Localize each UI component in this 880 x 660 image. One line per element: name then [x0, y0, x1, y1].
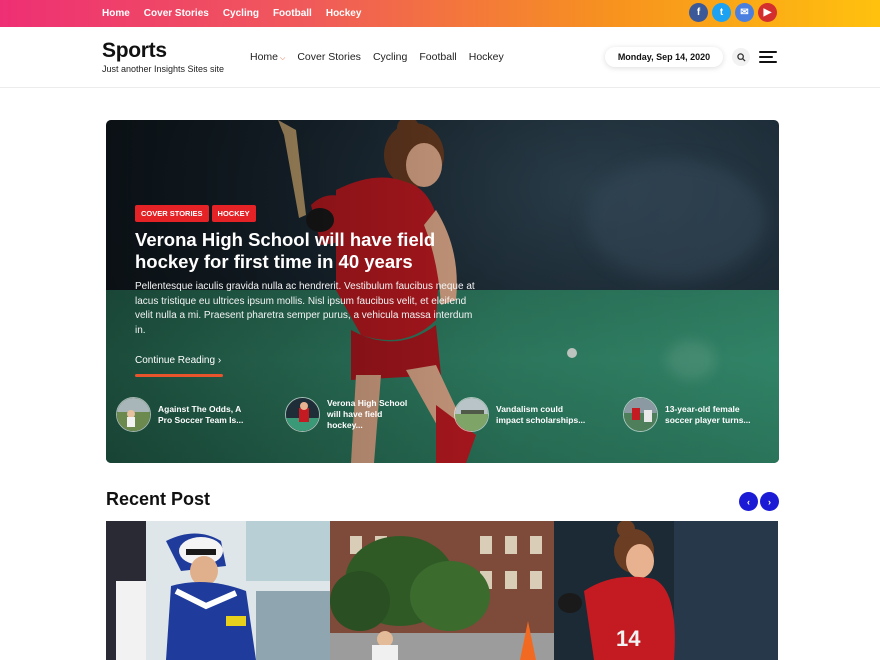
search-icon [736, 52, 746, 62]
hero-excerpt: Pellentesque iaculis gravida nulla ac he… [135, 281, 475, 336]
mini-post[interactable]: Vandalism could impact scholarships... [454, 397, 588, 432]
top-nav: Home Cover Stories Cycling Football Hock… [102, 0, 361, 27]
main-nav-cover-stories[interactable]: Cover Stories [297, 51, 361, 63]
brand: Sports Just another Insights Sites site [102, 39, 224, 74]
hockey-player-image: 14 [554, 521, 778, 660]
hero-title[interactable]: Verona High School will have field hocke… [135, 229, 475, 273]
continue-reading-label: Continue Reading [135, 355, 216, 366]
facebook-icon[interactable]: f [689, 3, 708, 22]
site-tagline: Just another Insights Sites site [102, 64, 225, 74]
top-nav-hockey[interactable]: Hockey [326, 8, 362, 19]
carousel-prev-button[interactable]: ‹ [739, 492, 758, 511]
twitter-icon[interactable]: t [712, 3, 731, 22]
main-nav-home-label: Home [250, 51, 279, 63]
hero-mini-posts: Against The Odds, A Pro Soccer Team Is..… [116, 397, 776, 437]
site-title[interactable]: Sports [102, 39, 224, 63]
main-nav-football[interactable]: Football [419, 51, 456, 63]
main-nav-cycling[interactable]: Cycling [373, 51, 407, 63]
mini-post-thumbnail [623, 397, 658, 432]
top-nav-cover-stories[interactable]: Cover Stories [144, 8, 209, 19]
mini-post-title: Vandalism could impact scholarships... [496, 403, 586, 425]
continue-reading-link[interactable]: Continue Reading › [135, 355, 221, 366]
chevron-down-icon: ⌵ [280, 55, 286, 62]
social-links: f t ✉ ▶ [689, 3, 777, 22]
site-header: Sports Just another Insights Sites site … [0, 27, 880, 88]
hero-tags: COVER STORIES HOCKEY [135, 205, 256, 222]
mini-post-title: 13-year-old female soccer player turns..… [665, 403, 751, 425]
mini-post-title: Verona High School will have field hocke… [327, 398, 408, 430]
continue-reading-underline [135, 374, 223, 377]
cyclist-image [106, 521, 330, 660]
main-nav-home[interactable]: Home ⌵ [250, 51, 285, 63]
mini-post-thumbnail [454, 397, 489, 432]
svg-text:14: 14 [616, 626, 641, 651]
menu-line [759, 61, 777, 63]
email-icon[interactable]: ✉ [735, 3, 754, 22]
top-nav-home[interactable]: Home [102, 8, 130, 19]
recent-post-card[interactable] [106, 521, 330, 660]
recent-post-carousel: 14 [106, 521, 778, 660]
recent-post-card[interactable] [330, 521, 554, 660]
menu-line [759, 56, 773, 58]
mini-post[interactable]: 13-year-old female soccer player turns..… [623, 397, 757, 432]
chevron-right-icon: › [217, 355, 222, 366]
main-nav-hockey[interactable]: Hockey [469, 51, 504, 63]
mini-post-thumbnail [116, 397, 151, 432]
main-nav: Home ⌵ Cover Stories Cycling Football Hoc… [250, 51, 504, 63]
date-display: Monday, Sep 14, 2020 [605, 47, 723, 67]
school-building-image [330, 521, 554, 660]
youtube-icon[interactable]: ▶ [758, 3, 777, 22]
recent-post-heading: Recent Post [106, 489, 211, 509]
tag-hockey[interactable]: HOCKEY [211, 205, 256, 222]
mini-post[interactable]: Verona High School will have field hocke… [285, 397, 419, 432]
tag-cover-stories[interactable]: COVER STORIES [135, 205, 209, 222]
mini-post-title: Against The Odds, A Pro Soccer Team Is..… [158, 403, 244, 425]
top-nav-cycling[interactable]: Cycling [223, 8, 259, 19]
carousel-controls: ‹ › [739, 492, 779, 511]
carousel-next-button[interactable]: › [760, 492, 779, 511]
search-button[interactable] [732, 48, 750, 66]
top-nav-football[interactable]: Football [273, 8, 312, 19]
mini-post[interactable]: Against The Odds, A Pro Soccer Team Is..… [116, 397, 250, 432]
recent-post-card[interactable]: 14 [554, 521, 778, 660]
mini-post-thumbnail [285, 397, 320, 432]
menu-line [759, 51, 777, 53]
top-bar: Home Cover Stories Cycling Football Hock… [0, 0, 880, 27]
menu-toggle-icon[interactable] [759, 51, 777, 63]
